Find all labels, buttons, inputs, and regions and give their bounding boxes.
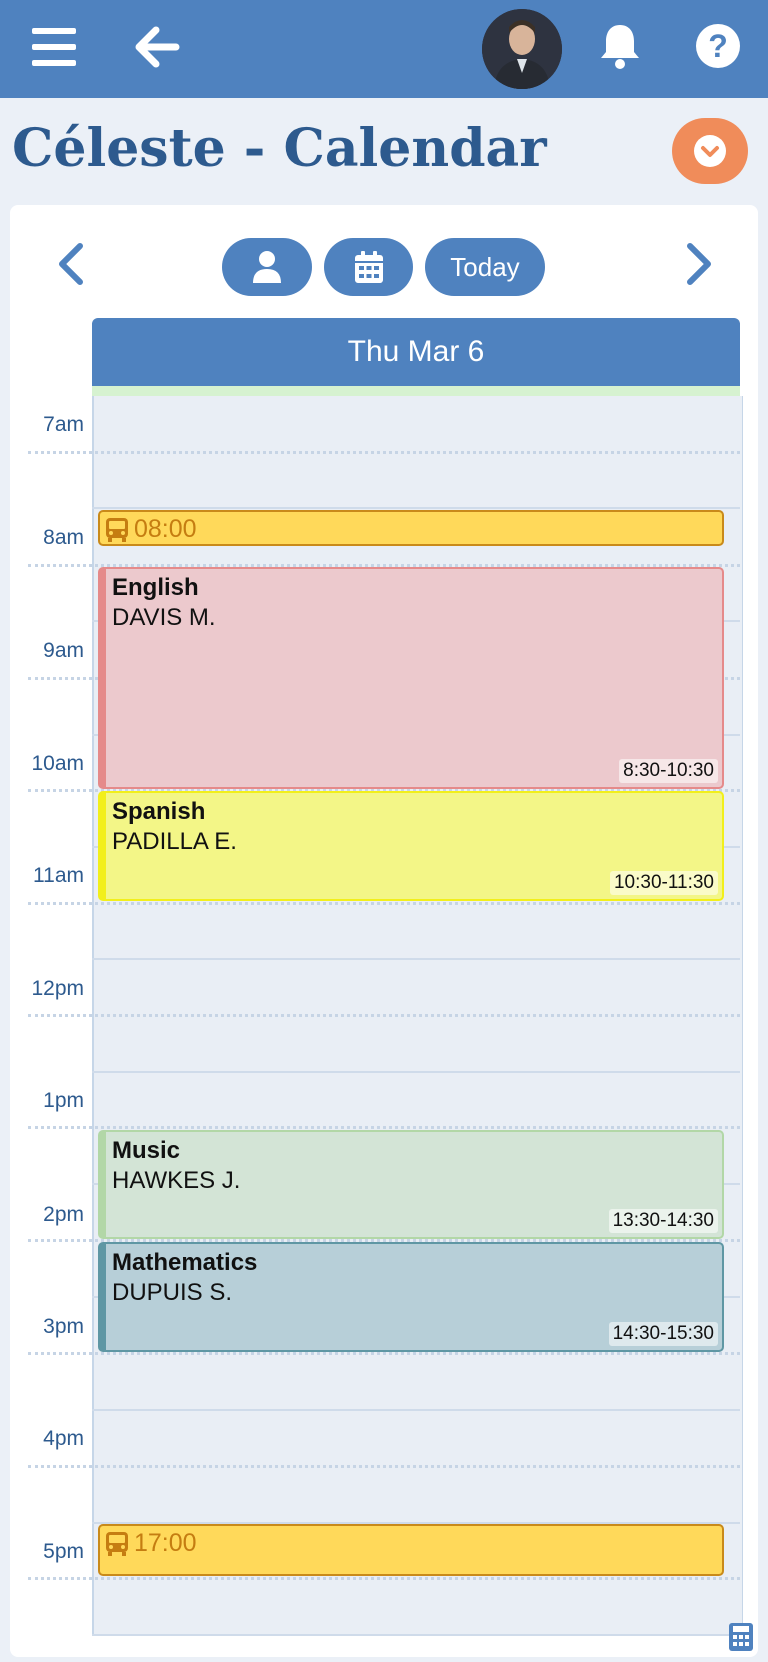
- time-label: 1pm: [43, 1089, 84, 1112]
- half-hour-line: [28, 1465, 740, 1468]
- half-hour-line: [28, 902, 740, 905]
- event-music[interactable]: Music HAWKES J. 13:30-14:30: [98, 1130, 724, 1239]
- time-label: 11am: [33, 864, 84, 887]
- hour-line: [92, 1634, 740, 1636]
- page-title: Céleste - Calendar: [12, 118, 547, 179]
- bus-icon: [106, 1532, 128, 1556]
- previous-day-button[interactable]: [54, 240, 90, 288]
- day-header: Thu Mar 6: [92, 318, 740, 386]
- time-label: 7am: [43, 413, 84, 436]
- top-bar: ?: [0, 0, 768, 98]
- event-time-range: 8:30-10:30: [619, 759, 718, 783]
- hour-line: [92, 1409, 740, 1411]
- event-spanish[interactable]: Spanish PADILLA E. 10:30-11:30: [98, 791, 724, 901]
- time-label: 5pm: [43, 1540, 84, 1563]
- event-teacher: DAVIS M.: [112, 604, 216, 631]
- calculator-icon[interactable]: [728, 1622, 754, 1652]
- event-time-range: 10:30-11:30: [609, 871, 718, 895]
- time-label: 12pm: [31, 977, 84, 1000]
- help-icon[interactable]: ?: [696, 24, 740, 68]
- time-label: 10am: [31, 752, 84, 775]
- calendar-icon: [354, 251, 383, 283]
- event-time-range: 13:30-14:30: [608, 1209, 718, 1233]
- event-mathematics[interactable]: Mathematics DUPUIS S. 14:30-15:30: [98, 1242, 724, 1352]
- time-label: 3pm: [43, 1315, 84, 1338]
- event-teacher: HAWKES J.: [112, 1167, 241, 1194]
- event-english[interactable]: English DAVIS M. 8:30-10:30: [98, 567, 724, 789]
- time-label: 2pm: [43, 1203, 84, 1226]
- time-label: 9am: [43, 639, 84, 662]
- time-label: 4pm: [43, 1427, 84, 1450]
- today-button[interactable]: Today: [425, 238, 545, 296]
- hour-line: [92, 507, 740, 509]
- transport-time: 08:00: [134, 515, 197, 543]
- options-menu-button[interactable]: [672, 118, 748, 184]
- student-view-button[interactable]: [222, 238, 312, 296]
- all-day-strip: [92, 386, 740, 396]
- bus-icon: [106, 518, 128, 542]
- next-day-button[interactable]: [680, 240, 716, 288]
- time-label: 8am: [43, 526, 84, 549]
- calendar-view-button[interactable]: [324, 238, 413, 296]
- event-teacher: PADILLA E.: [112, 828, 237, 855]
- hour-line: [92, 1071, 740, 1073]
- transport-event[interactable]: 17:00: [98, 1524, 724, 1576]
- hamburger-menu-icon[interactable]: [32, 28, 76, 66]
- user-avatar[interactable]: [482, 9, 562, 89]
- chevron-down-icon: [694, 135, 726, 167]
- half-hour-line: [28, 1014, 740, 1017]
- hour-line: [92, 958, 740, 960]
- half-hour-line: [28, 451, 740, 454]
- person-icon: [253, 251, 281, 283]
- event-subject: Mathematics: [112, 1249, 258, 1276]
- event-subject: Music: [112, 1137, 181, 1164]
- transport-event[interactable]: 08:00: [98, 510, 724, 546]
- event-teacher: DUPUIS S.: [112, 1279, 233, 1306]
- bell-icon[interactable]: [598, 22, 642, 70]
- event-subject: English: [112, 574, 199, 601]
- half-hour-line: [28, 1352, 740, 1355]
- back-arrow-icon[interactable]: [134, 26, 180, 68]
- event-time-range: 14:30-15:30: [608, 1322, 718, 1346]
- half-hour-line: [28, 1126, 740, 1129]
- transport-time: 17:00: [134, 1529, 197, 1557]
- half-hour-line: [28, 1577, 740, 1580]
- event-subject: Spanish: [112, 798, 206, 825]
